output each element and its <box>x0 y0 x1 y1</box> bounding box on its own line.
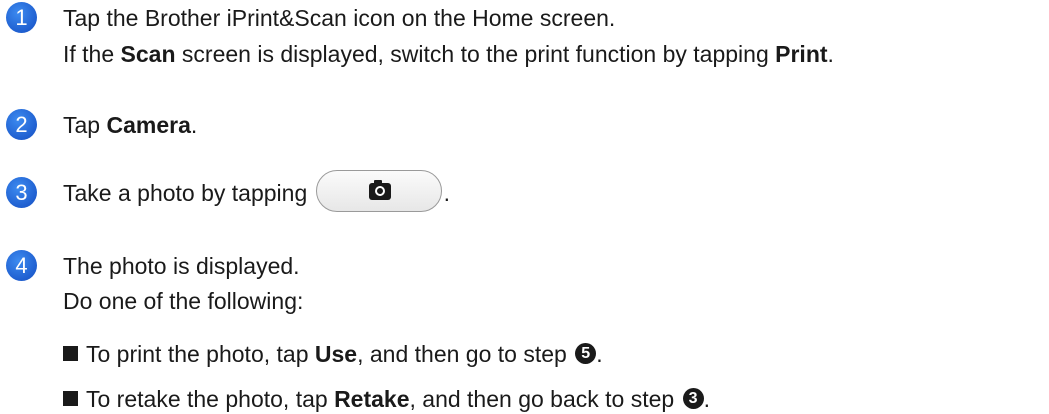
step-1-text-c: screen is displayed, switch to the print… <box>175 41 776 67</box>
camera-shutter-button[interactable] <box>315 170 442 212</box>
option-text-d: . <box>703 386 710 412</box>
option-text-d: . <box>596 341 603 367</box>
camera-icon <box>368 180 391 200</box>
option-text-a: To retake the photo, tap <box>86 386 335 412</box>
step-2-text-c: . <box>190 112 198 138</box>
option-print: To print the photo, tap Use, and then go… <box>63 339 603 369</box>
step-1-line-2: If the Scan screen is displayed, switch … <box>63 39 834 69</box>
step-2-text-a: Tap <box>63 112 107 138</box>
step-number-badge: 4 <box>6 250 37 281</box>
step-number-badge: 3 <box>6 177 37 208</box>
print-label: Print <box>775 41 828 67</box>
square-bullet-icon <box>63 391 78 407</box>
retake-label: Retake <box>334 386 410 412</box>
step-number-badge: 1 <box>6 2 37 33</box>
step-ref-5[interactable]: 5 <box>575 343 597 365</box>
step-1-text: Tap the Brother iPrint&Scan icon on the … <box>63 5 616 31</box>
step-1-line-1: Tap the Brother iPrint&Scan icon on the … <box>63 3 615 33</box>
step-3-text-a: Take a photo by tapping <box>63 180 314 207</box>
step-4-line-2: Do one of the following: <box>63 286 303 316</box>
step-4-text-1: The photo is displayed. <box>63 253 300 279</box>
option-text-c: , and then go to step <box>357 341 574 367</box>
step-3-line: Take a photo by tapping . <box>63 170 451 212</box>
step-4-text-2: Do one of the following: <box>63 288 304 314</box>
step-1-text-a: If the <box>63 41 121 67</box>
step-ref-3[interactable]: 3 <box>682 388 704 410</box>
step-3-text-c: . <box>443 180 451 207</box>
step-1-text-e: . <box>827 41 834 67</box>
scan-label: Scan <box>120 41 176 67</box>
square-bullet-icon <box>63 346 78 362</box>
step-4-line-1: The photo is displayed. <box>63 251 300 281</box>
step-number-badge: 2 <box>6 109 37 140</box>
step-2-line: Tap Camera. <box>63 110 197 140</box>
use-label: Use <box>314 341 358 367</box>
camera-label: Camera <box>106 112 191 138</box>
option-text-c: , and then go back to step <box>409 386 681 412</box>
option-text-a: To print the photo, tap <box>86 341 315 367</box>
camera-lens <box>374 186 385 196</box>
